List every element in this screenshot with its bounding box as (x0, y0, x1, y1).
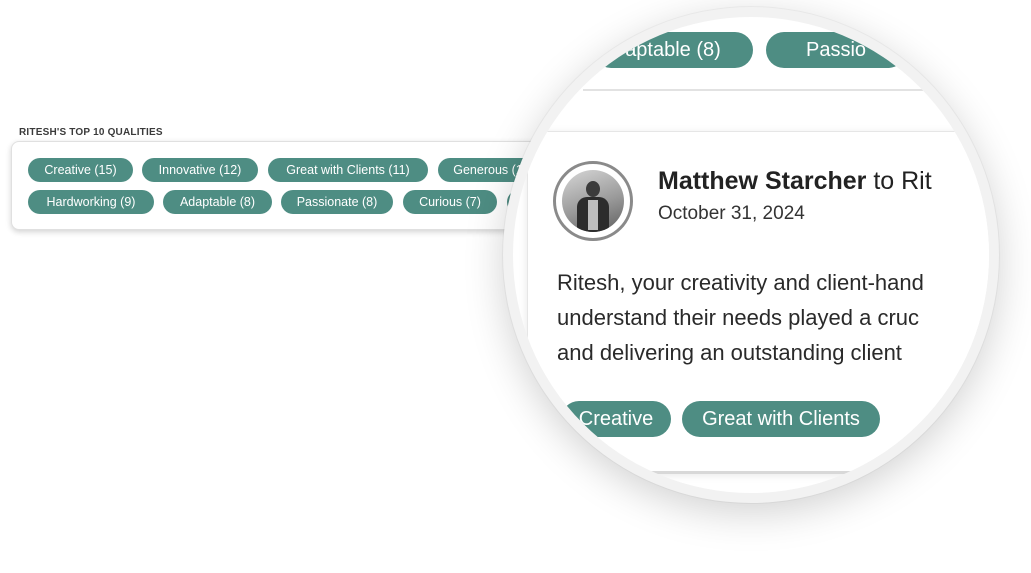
author-name[interactable]: Matthew Starcher (658, 167, 866, 195)
magnified-pill[interactable]: aptable (8) (593, 32, 753, 68)
quality-pill[interactable]: Adaptable (8) (163, 190, 272, 214)
recommendation-header: Matthew Starcher to Rit (658, 167, 932, 196)
text-line: Ritesh, your creativity and client-hand (557, 270, 924, 295)
quality-pill[interactable]: Passionate (8) (281, 190, 393, 214)
recipient-text: to Rit (866, 167, 932, 195)
qualities-card: Creative (15) Innovative (12) Great with… (11, 141, 573, 230)
divider (583, 89, 923, 91)
avatar-ring (553, 161, 633, 241)
tag-pill[interactable]: Great with Clients (682, 401, 880, 437)
avatar (562, 170, 624, 232)
text-line: and delivering an outstanding client (557, 340, 902, 365)
quality-pill[interactable]: Innovative (12) (142, 158, 258, 182)
qualities-title: RITESH'S TOP 10 QUALITIES (19, 127, 163, 138)
tag-pill[interactable]: Creative (561, 401, 671, 437)
quality-pill[interactable]: Creative (15) (28, 158, 133, 182)
quality-pill[interactable]: Great with Clients (11) (268, 158, 428, 182)
avatar-shirt (588, 200, 598, 230)
recommendation-date: October 31, 2024 (658, 203, 805, 224)
avatar-head (586, 181, 600, 197)
magnifier-lens: aptable (8) Passio Matthew Starcher to R… (513, 17, 989, 493)
quality-pill[interactable]: Curious (7) (403, 190, 497, 214)
magnified-pill[interactable]: Passio (766, 32, 906, 68)
card-bottom-edge (527, 471, 989, 474)
text-line: understand their needs played a cruc (557, 305, 920, 330)
recommendation-text: Ritesh, your creativity and client-hand … (557, 265, 989, 370)
quality-pill[interactable]: Hardworking (9) (28, 190, 154, 214)
